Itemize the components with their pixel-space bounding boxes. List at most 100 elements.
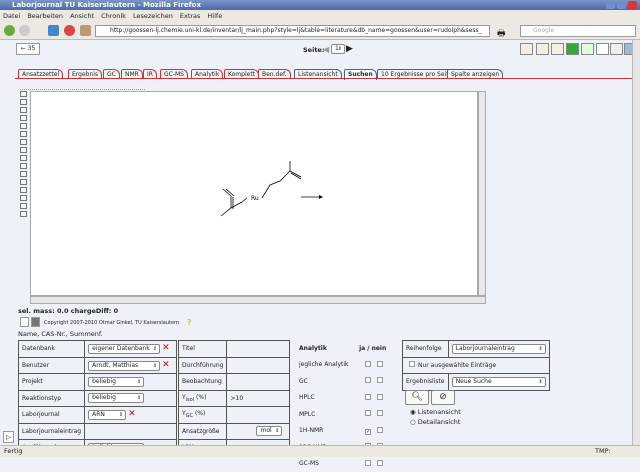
maximize-button[interactable] xyxy=(617,1,626,9)
editor-vertical-scrollbar[interactable] xyxy=(478,91,486,296)
forward-icon[interactable] xyxy=(19,25,30,36)
nein-checkbox[interactable] xyxy=(377,377,383,383)
editor-left-toolbar[interactable] xyxy=(20,91,29,231)
nein-checkbox[interactable] xyxy=(377,460,383,466)
nein-checkbox[interactable] xyxy=(377,394,383,400)
editor-horizontal-scrollbar[interactable] xyxy=(30,296,486,304)
ja-checkbox[interactable] xyxy=(365,377,371,383)
filter-row: Reaktionstypbeliebig xyxy=(19,390,177,407)
menu-bar: Datei Bearbeiten Ansicht Chronik Lesezeichen… xyxy=(0,10,640,22)
status-bar: Fertig TMP: xyxy=(0,445,640,457)
reihenfolge-select[interactable]: Laborjournaleintrag xyxy=(452,344,546,354)
tool-icon-3[interactable] xyxy=(551,43,564,55)
menu-chronik[interactable]: Chronik xyxy=(101,12,126,20)
search-hint: Name, CAS-Nr., Summenf. xyxy=(18,330,103,338)
analytik-label: jegliche Analytik xyxy=(296,357,356,374)
filter-row: Projektbeliebig xyxy=(19,374,177,391)
arrow-head xyxy=(319,195,323,199)
nein-checkbox[interactable] xyxy=(377,427,383,433)
filter-row: LaborjournalARN✕ xyxy=(19,407,177,424)
tool-icon-2[interactable] xyxy=(536,43,549,55)
page-label: Seite: xyxy=(303,46,324,54)
filter-row: Titel xyxy=(179,341,290,358)
menu-hilfe[interactable]: Hilfe xyxy=(207,12,222,20)
reset-button[interactable]: ⊘ xyxy=(431,390,455,405)
search-icon: 🔍︎ xyxy=(411,392,422,402)
close-button[interactable] xyxy=(628,1,637,9)
filter-value[interactable]: >10 xyxy=(227,390,290,407)
editor-toolbar[interactable] xyxy=(20,82,145,90)
menu-lesezeichen[interactable]: Lesezeichen xyxy=(133,12,173,20)
radio-label: Detailansicht xyxy=(418,418,461,426)
back-icon[interactable] xyxy=(4,25,15,36)
tool-icon-1[interactable] xyxy=(520,43,533,55)
filter-value[interactable] xyxy=(227,407,290,424)
analytik-header: Analytik xyxy=(296,340,356,357)
filter-select[interactable]: eigener Datenbank xyxy=(88,344,160,354)
menu-extras[interactable]: Extras xyxy=(180,12,201,20)
ergebnisliste-select[interactable]: Neue Suche xyxy=(452,377,546,387)
filter-value[interactable] xyxy=(227,374,290,391)
filter-value[interactable]: mol xyxy=(227,423,290,440)
refresh-icon[interactable] xyxy=(596,43,609,55)
next-page-icon[interactable]: ▶ xyxy=(346,44,353,54)
url-input[interactable]: http://goossen-lj.chemie.uni-kl.de/inven… xyxy=(95,25,490,37)
reload-icon[interactable] xyxy=(48,25,59,36)
tab-divider xyxy=(15,78,632,79)
tool-icon-4[interactable] xyxy=(566,43,579,55)
page-select[interactable]: 1 xyxy=(331,44,345,54)
clear-x-icon[interactable]: ✕ xyxy=(162,360,170,370)
molecule-drawing: Ru xyxy=(31,92,479,297)
menu-bearbeiten[interactable]: Bearbeiten xyxy=(27,12,63,20)
cancel-icon: ⊘ xyxy=(439,392,447,402)
template-icon[interactable] xyxy=(31,317,40,327)
filter-label-suffix: (%) xyxy=(194,394,206,401)
page-scrollbar[interactable] xyxy=(632,40,640,445)
ja-checkbox[interactable] xyxy=(365,394,371,400)
clear-x-icon[interactable]: ✕ xyxy=(162,343,170,353)
filter-select[interactable]: beliebig xyxy=(88,377,144,387)
flask-icon[interactable] xyxy=(581,43,594,55)
reihenfolge-label: Reihenfolge xyxy=(403,341,449,358)
nur-ausgewaehlte-checkbox[interactable] xyxy=(409,361,415,367)
ja-checkbox[interactable] xyxy=(365,410,371,416)
home-icon[interactable] xyxy=(80,25,91,36)
nein-checkbox[interactable] xyxy=(377,410,383,416)
structure-editor-canvas[interactable]: Ru xyxy=(30,91,478,296)
filter-value[interactable] xyxy=(227,357,290,374)
stop-icon[interactable] xyxy=(64,25,75,36)
radio-listenansicht[interactable]: ◉ Listenansicht xyxy=(410,408,461,416)
filter-row: Yisol (%)>10 xyxy=(179,390,290,407)
back-35-button[interactable]: ← 35 xyxy=(16,43,40,55)
analytik-row: jegliche Analytik xyxy=(296,357,392,374)
filter-value[interactable] xyxy=(227,341,290,358)
filter-table-left: Datenbankeigener Datenbank✕BenutzerArndt… xyxy=(18,340,177,457)
filter-select[interactable]: Arndt, Matthias xyxy=(88,361,160,371)
filter-select[interactable]: beliebig xyxy=(88,393,144,403)
filter-select[interactable]: ARN xyxy=(88,410,126,420)
menu-ansicht[interactable]: Ansicht xyxy=(70,12,94,20)
filter-value-text: >10 xyxy=(230,395,243,402)
clear-x-icon[interactable]: ✕ xyxy=(128,409,136,419)
janein-header: ja / nein xyxy=(356,340,392,357)
filter-label: Laborjournaleintrag xyxy=(19,423,85,440)
prev-page-icon[interactable]: ◀ xyxy=(323,45,329,54)
menu-datei[interactable]: Datei xyxy=(3,12,20,20)
analytik-label: GC-MS xyxy=(296,456,356,472)
radio-detailansicht[interactable]: ○ Detailansicht xyxy=(410,418,460,426)
editor-status: sel. mass: 0.0 chargeDiff: 0 xyxy=(18,307,118,315)
search-input[interactable]: Google xyxy=(520,25,636,37)
printer-icon[interactable] xyxy=(610,43,623,55)
ja-checkbox[interactable] xyxy=(365,361,371,367)
sidebar-toggle-button[interactable]: ▷ xyxy=(3,431,14,443)
ja-checkbox[interactable] xyxy=(365,460,371,466)
unit-select[interactable]: mol xyxy=(256,426,282,436)
nein-checkbox[interactable] xyxy=(377,361,383,367)
ja-checkbox[interactable]: ✓ xyxy=(365,429,371,435)
new-doc-icon[interactable] xyxy=(20,317,29,327)
search-button[interactable]: 🔍︎ xyxy=(405,390,429,405)
filter-row: Durchführung xyxy=(179,357,290,374)
help-icon[interactable]: ? xyxy=(187,318,192,327)
filter-label-sub: isol xyxy=(186,397,194,403)
minimize-button[interactable] xyxy=(606,1,615,9)
